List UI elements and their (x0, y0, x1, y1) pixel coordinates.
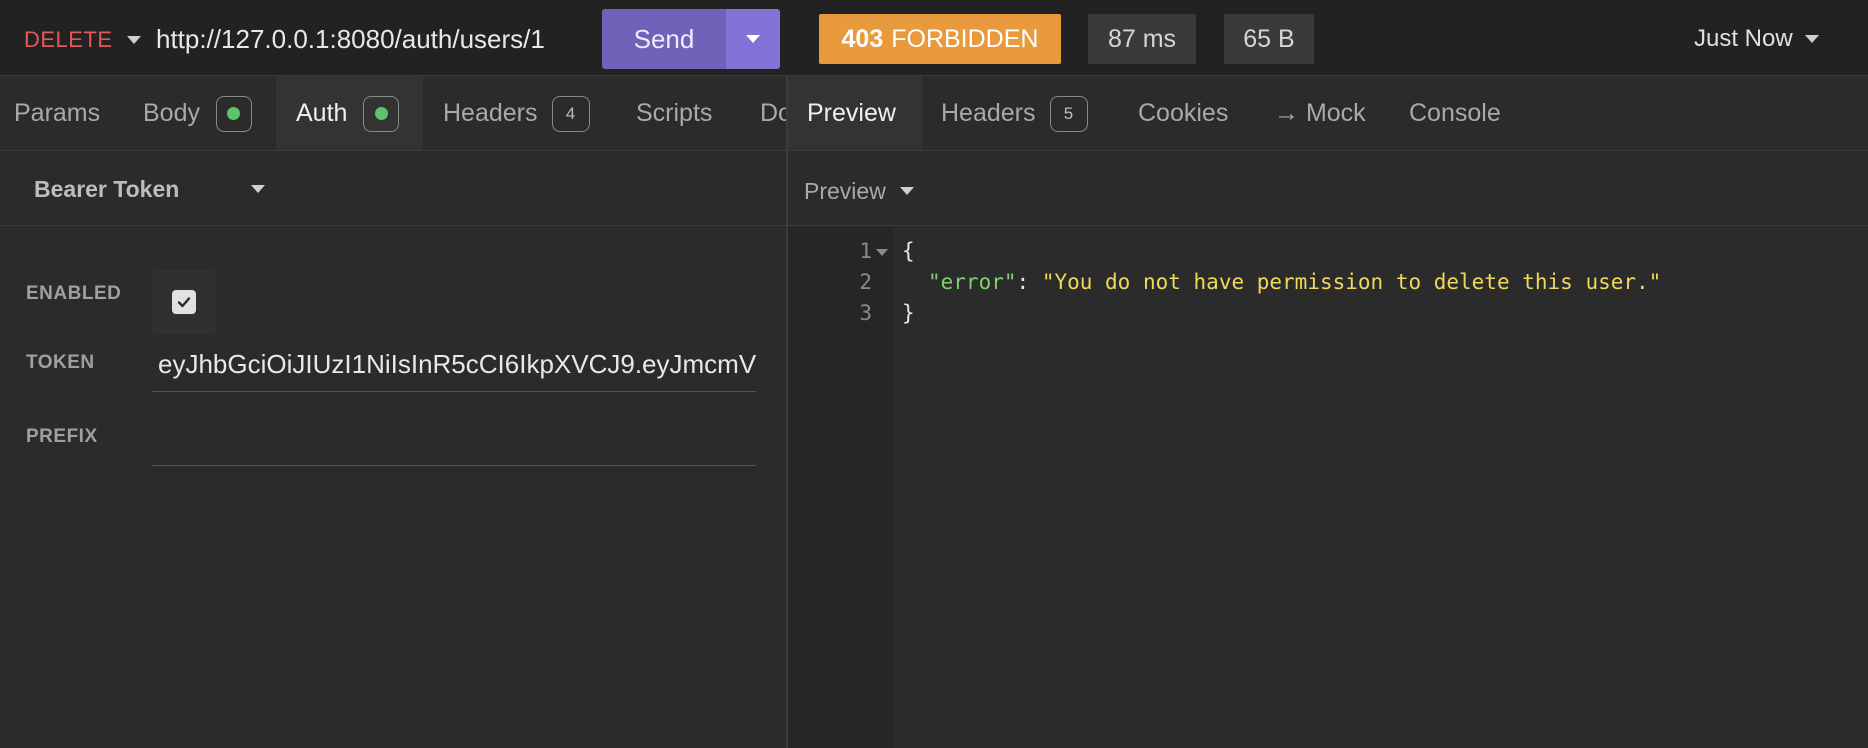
code-text: } (902, 301, 915, 325)
tab-label: Docs (760, 99, 786, 127)
status-text: FORBIDDEN (891, 24, 1039, 53)
tab-label: Auth (296, 99, 348, 127)
enabled-checkbox[interactable] (172, 290, 196, 314)
line-number: 1 (859, 239, 872, 263)
tab-label: → Mock (1274, 99, 1366, 127)
tab-cookies[interactable]: Cookies (1138, 76, 1229, 150)
history-label: Just Now (1694, 25, 1793, 52)
status-badge: 403 FORBIDDEN (819, 14, 1061, 64)
tab-label: Body (143, 99, 200, 127)
tab-body[interactable]: Body (143, 76, 252, 150)
tab-label: Cookies (1138, 99, 1229, 127)
tab-response-headers[interactable]: Headers 5 (941, 76, 1088, 150)
tab-params[interactable]: Params (14, 76, 101, 150)
status-dot-icon (227, 107, 241, 120)
auth-enabled-badge (363, 95, 400, 132)
chevron-down-icon (746, 35, 760, 43)
code-line: 2 "error": "You do not have permission t… (788, 267, 1868, 298)
method-label: DELETE (24, 27, 113, 52)
prefix-label: PREFIX (26, 426, 98, 447)
tab-label: Scripts (636, 99, 713, 127)
response-pane: Preview Headers 5 Cookies → Mock Console… (788, 76, 1868, 748)
preview-mode-bar (788, 151, 1868, 226)
body-enabled-badge (215, 95, 252, 132)
tab-docs[interactable]: Docs (760, 76, 786, 150)
tab-headers[interactable]: Headers 4 (443, 76, 590, 150)
url-input[interactable]: http://127.0.0.1:8080/auth/users/1 (156, 22, 592, 56)
status-dot-icon (374, 107, 388, 120)
app-window: DELETE http://127.0.0.1:8080/auth/users/… (0, 0, 1868, 748)
tab-scripts[interactable]: Scripts (636, 76, 713, 150)
tab-mock[interactable]: → Mock (1274, 76, 1366, 150)
auth-type-dropdown[interactable]: Bearer Token (34, 171, 266, 207)
line-number: 3 (859, 301, 872, 325)
status-code: 403 (841, 24, 884, 53)
chevron-down-icon (899, 187, 914, 195)
tab-label: Params (14, 99, 101, 127)
json-colon: : (1016, 270, 1042, 294)
fold-toggle-icon[interactable] (876, 249, 888, 256)
headers-count-badge: 4 (551, 95, 590, 132)
chevron-down-icon (126, 36, 141, 44)
top-bar: DELETE http://127.0.0.1:8080/auth/users/… (0, 0, 1868, 76)
method-selector[interactable]: DELETE (24, 26, 141, 54)
tab-auth[interactable]: Auth (276, 76, 423, 150)
code-line: 1 { (788, 236, 1868, 267)
send-button[interactable]: Send (602, 9, 726, 69)
response-time-badge: 87 ms (1088, 14, 1196, 64)
preview-mode-dropdown[interactable]: Preview (804, 174, 914, 208)
prefix-input[interactable] (152, 416, 756, 466)
response-tabs: Preview Headers 5 Cookies → Mock Console (788, 76, 1868, 151)
send-button-group: Send (602, 9, 780, 69)
auth-type-label: Bearer Token (34, 175, 180, 202)
tab-label: Console (1409, 99, 1501, 127)
code-text: { (902, 239, 915, 263)
tab-label: Preview (807, 99, 896, 127)
chevron-down-icon (251, 185, 266, 193)
code-line: 3 } (788, 298, 1868, 329)
history-dropdown[interactable]: Just Now (1694, 22, 1819, 56)
line-number: 2 (859, 270, 872, 294)
token-input[interactable]: eyJhbGciOiJIUzI1NiIsInR5cCI6IkpXVCJ9.eyJ… (152, 342, 756, 392)
json-string-value: "You do not have permission to delete th… (1041, 270, 1662, 294)
send-options-button[interactable] (726, 9, 780, 69)
tab-preview[interactable]: Preview (788, 76, 922, 150)
auth-type-bar: Bearer Token (0, 151, 786, 226)
request-tabs: Params Body Auth Headers 4 Scripts D (0, 76, 786, 151)
tab-console[interactable]: Console (1409, 76, 1501, 150)
response-size-badge: 65 B (1224, 14, 1314, 64)
json-key: "error" (928, 270, 1017, 294)
chevron-down-icon (1804, 35, 1819, 43)
enabled-label: ENABLED (26, 283, 122, 304)
response-headers-count-badge: 5 (1049, 95, 1088, 132)
enabled-checkbox-wrap (152, 270, 216, 334)
token-label: TOKEN (26, 352, 95, 373)
checkmark-icon (177, 297, 191, 308)
preview-mode-label: Preview (804, 177, 886, 204)
tab-label: Headers (443, 99, 538, 127)
code-text: "error": "You do not have permission to … (928, 267, 1661, 298)
request-pane: Params Body Auth Headers 4 Scripts D Bea… (0, 76, 786, 748)
tab-label: Headers (941, 99, 1036, 127)
